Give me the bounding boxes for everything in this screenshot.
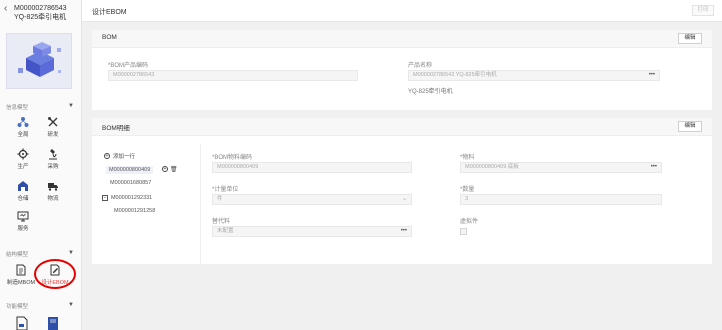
product-name-field[interactable]: M000002786543 YQ-825牵引电机 ••• bbox=[408, 70, 660, 81]
document-chart-icon[interactable] bbox=[16, 316, 28, 330]
section-struct-model[interactable]: 结构模型 ▼ bbox=[6, 250, 74, 258]
product-name-sub: YQ-825牵引电机 bbox=[408, 89, 453, 95]
tree-divider bbox=[200, 144, 201, 266]
quantity-label: *数量 bbox=[460, 187, 475, 193]
chevron-down-icon: ⌄ bbox=[401, 196, 407, 202]
warehouse-icon bbox=[18, 181, 28, 191]
bom-edit-button[interactable]: 编辑 bbox=[678, 33, 702, 44]
bom-code-label: *BOM产品编码 bbox=[108, 63, 149, 69]
tree-node[interactable]: M000000800409 bbox=[106, 166, 154, 174]
material-label: *物料 bbox=[460, 155, 475, 161]
unit-select[interactable]: 件 ⌄ bbox=[212, 194, 412, 205]
product-title: M000002786543 YQ-825牵引电机 bbox=[14, 4, 67, 22]
product-name-value: M000002786543 YQ-825牵引电机 bbox=[413, 72, 497, 78]
sidebar-item-label: 制造MBOM bbox=[6, 280, 36, 286]
network-icon bbox=[17, 117, 29, 127]
add-row-label: 添加一行 bbox=[113, 154, 136, 160]
sidebar-item-logistics[interactable]: 物流 bbox=[38, 180, 68, 202]
unit-label: *计量单位 bbox=[212, 187, 239, 193]
section-info-label: 信息模型 bbox=[6, 105, 29, 111]
caret-down-icon: ▼ bbox=[68, 302, 74, 308]
sidebar-item-label: 生产 bbox=[17, 164, 29, 170]
caret-down-icon: ▼ bbox=[68, 250, 74, 256]
truck-icon bbox=[48, 183, 58, 191]
caret-down-icon: ▼ bbox=[68, 103, 74, 109]
collapse-icon[interactable]: − bbox=[102, 195, 108, 201]
bom-detail-card: BOM明细 编辑 + 添加一行 M000000800409 + 🗑 M00000… bbox=[92, 118, 712, 266]
section-struct-label: 结构模型 bbox=[6, 252, 29, 258]
section-func-model[interactable]: 功能模型 ▼ bbox=[6, 302, 74, 310]
plus-circle-icon[interactable]: + bbox=[162, 166, 168, 172]
more-icon[interactable]: ••• bbox=[401, 227, 407, 236]
sidebar: ‹ M000002786543 YQ-825牵引电机 信息模型 ▼ 全局 研发 … bbox=[0, 0, 82, 330]
bom-detail-title: BOM明细 bbox=[102, 125, 130, 132]
quantity-value: 3 bbox=[465, 196, 469, 202]
sidebar-item-purchase[interactable]: 采购 bbox=[38, 148, 68, 170]
sidebar-item-label: 物流 bbox=[47, 196, 59, 202]
tree-node-actions: + 🗑 bbox=[162, 166, 178, 173]
tree-node[interactable]: M000001291258 bbox=[114, 208, 155, 214]
material-field[interactable]: M000000800409 底板 ••• bbox=[460, 162, 662, 173]
phantom-label: 虚拟件 bbox=[460, 219, 479, 225]
sidebar-item-service[interactable]: 服务 bbox=[8, 210, 38, 232]
substitute-field[interactable]: 未配置 ••• bbox=[212, 226, 412, 237]
tree-node[interactable]: M000001680857 bbox=[110, 180, 151, 186]
bom-detail-edit-button[interactable]: 编辑 bbox=[678, 121, 702, 132]
substitute-value: 未配置 bbox=[217, 228, 234, 234]
trash-icon[interactable]: 🗑 bbox=[170, 166, 178, 173]
top-bar: 设计EBOM 打印 bbox=[82, 0, 722, 22]
book-icon[interactable] bbox=[47, 316, 59, 330]
sidebar-item-storage[interactable]: 仓储 bbox=[8, 180, 38, 202]
sidebar-item-rd[interactable]: 研发 bbox=[38, 116, 68, 138]
add-row-button[interactable]: + 添加一行 bbox=[104, 152, 135, 160]
material-code-label: *BOM物料编码 bbox=[212, 155, 253, 161]
sidebar-item-label: 仓储 bbox=[17, 196, 29, 202]
sidebar-item-label: 全局 bbox=[17, 132, 29, 138]
more-icon[interactable]: ••• bbox=[651, 163, 657, 172]
page-title: 设计EBOM bbox=[92, 9, 127, 16]
material-code-field[interactable]: M000000800409 bbox=[212, 162, 412, 173]
sidebar-item-production[interactable]: 生产 bbox=[8, 148, 38, 170]
product-thumbnail bbox=[6, 33, 72, 89]
material-value: M000000800409 底板 bbox=[465, 164, 519, 170]
product-name: YQ-825牵引电机 bbox=[14, 14, 67, 21]
substitute-label: 替代料 bbox=[212, 219, 231, 225]
section-info-model[interactable]: 信息模型 ▼ bbox=[6, 103, 74, 111]
product-name-label: 产品名称 bbox=[408, 63, 433, 69]
bom-card-title: BOM bbox=[102, 34, 117, 41]
bom-code-field[interactable]: M000002786543 bbox=[108, 70, 358, 81]
quantity-field[interactable]: 3 bbox=[460, 194, 662, 205]
bom-code-value: M000002786543 bbox=[113, 72, 155, 78]
tools-icon bbox=[48, 117, 58, 127]
sidebar-item-mbom[interactable]: 制造MBOM bbox=[4, 264, 38, 286]
tree-node[interactable]: M000001292331 bbox=[111, 195, 152, 201]
sidebar-item-global[interactable]: 全局 bbox=[8, 116, 38, 138]
tree-node-expandable[interactable]: − M000001292331 bbox=[102, 194, 152, 201]
product-code: M000002786543 bbox=[14, 5, 67, 12]
bom-detail-header: BOM明细 编辑 bbox=[92, 118, 712, 136]
phantom-checkbox[interactable] bbox=[460, 228, 467, 235]
microscope-icon bbox=[49, 149, 57, 160]
sidebar-item-label: 研发 bbox=[47, 132, 59, 138]
bom-card-header: BOM 编辑 bbox=[92, 30, 712, 48]
sidebar-header: ‹ M000002786543 YQ-825牵引电机 bbox=[0, 0, 81, 26]
document-icon bbox=[16, 264, 26, 276]
print-button[interactable]: 打印 bbox=[692, 5, 714, 16]
section-func-label: 功能模型 bbox=[6, 304, 29, 310]
plus-circle-icon: + bbox=[104, 153, 110, 159]
sidebar-item-label: 采购 bbox=[47, 164, 59, 170]
material-code-value: M000000800409 bbox=[217, 164, 259, 170]
sidebar-item-label: 服务 bbox=[17, 226, 29, 232]
highlight-circle bbox=[34, 259, 76, 289]
bom-card: BOM 编辑 *BOM产品编码 M000002786543 产品名称 M0000… bbox=[92, 30, 712, 110]
chevron-left-icon[interactable]: ‹ bbox=[4, 4, 14, 14]
more-icon[interactable]: ••• bbox=[649, 71, 655, 80]
service-icon bbox=[17, 211, 29, 222]
gears-icon bbox=[17, 148, 29, 160]
unit-value: 件 bbox=[217, 196, 223, 202]
